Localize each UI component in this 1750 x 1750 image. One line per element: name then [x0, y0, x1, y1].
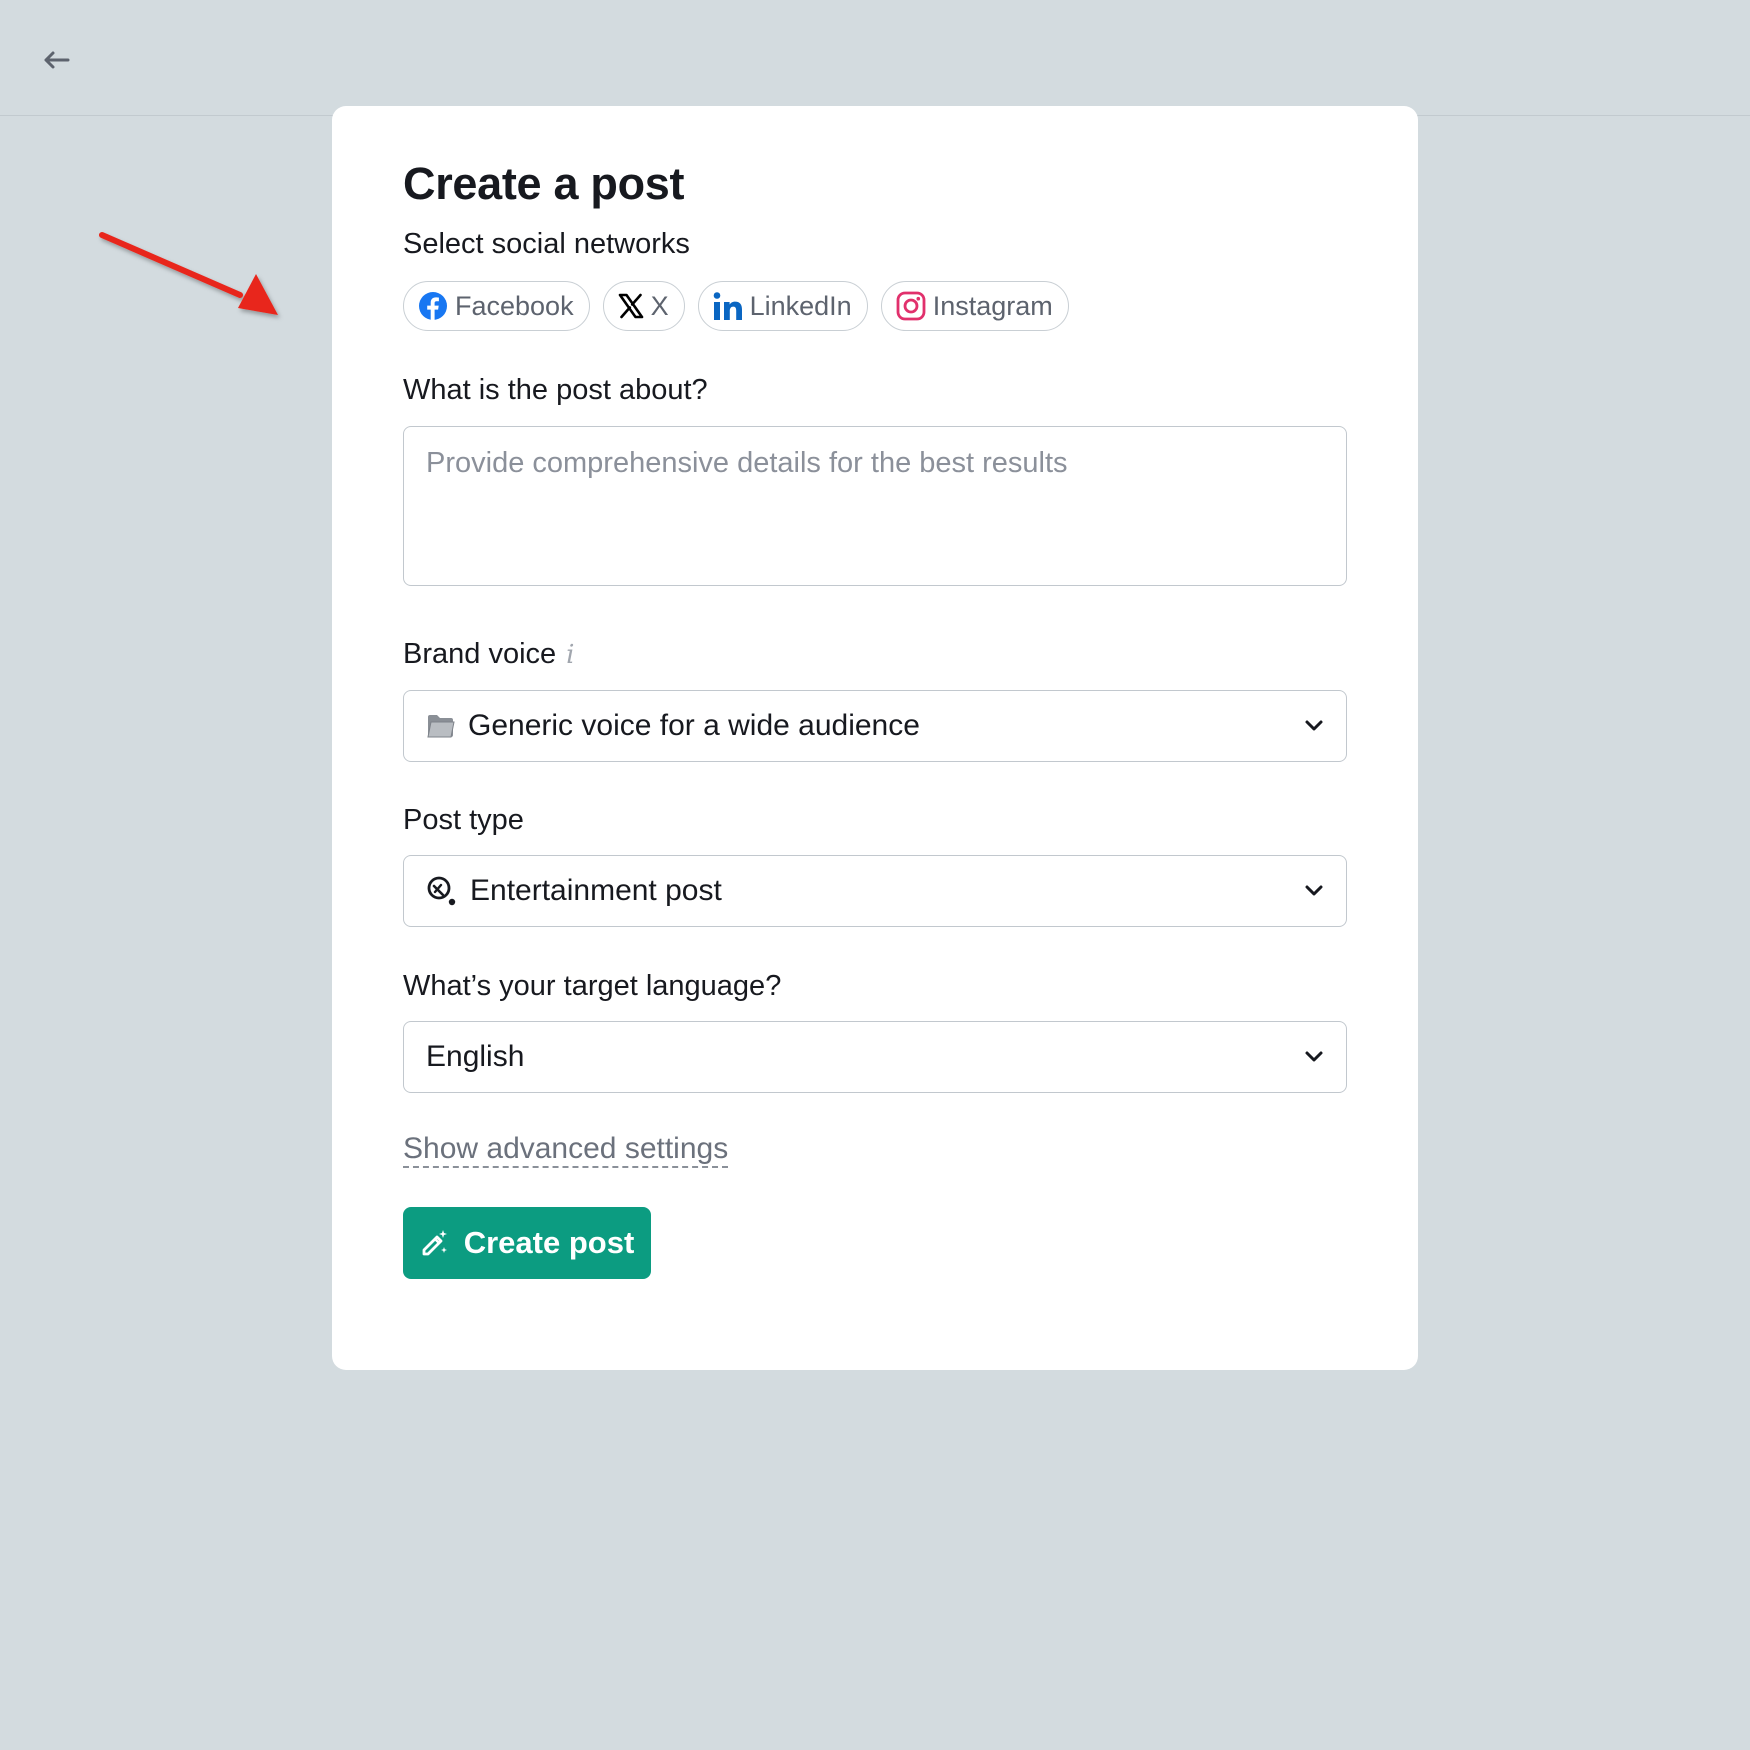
create-post-button[interactable]: Create post [403, 1207, 651, 1279]
create-post-card: Create a post Select social networks Fac… [332, 106, 1418, 1370]
chevron-down-icon [1304, 884, 1324, 898]
show-advanced-settings-link[interactable]: Show advanced settings [403, 1132, 729, 1168]
chevron-down-icon [1304, 1050, 1324, 1064]
about-label: What is the post about? [403, 374, 708, 406]
post-type-label: Post type [403, 804, 524, 836]
language-select[interactable]: English [403, 1021, 1347, 1093]
linkedin-icon [713, 292, 742, 320]
brand-voice-select[interactable]: Generic voice for a wide audience [403, 690, 1347, 762]
chip-label: Facebook [455, 290, 574, 321]
chip-label: LinkedIn [749, 290, 852, 321]
chip-linkedin[interactable]: LinkedIn [697, 281, 868, 331]
create-post-label: Create post [463, 1225, 635, 1260]
post-type-value: Entertainment post [470, 874, 722, 907]
facebook-icon [419, 292, 447, 320]
red-arrow-icon [99, 232, 278, 315]
top-bar [0, 0, 1750, 116]
folder-icon [427, 715, 455, 738]
page-title: Create a post [403, 158, 685, 209]
arrow-left-icon [44, 51, 70, 69]
network-chips: Facebook X LinkedIn Instagram [403, 281, 1069, 331]
back-button[interactable] [36, 40, 76, 80]
info-icon[interactable]: i [566, 640, 574, 670]
chip-x[interactable]: X [602, 281, 685, 331]
entertainment-icon [427, 876, 456, 906]
post-type-select[interactable]: Entertainment post [403, 855, 1347, 927]
chip-instagram[interactable]: Instagram [880, 281, 1069, 331]
instagram-icon [896, 291, 926, 321]
language-value: English [426, 1040, 525, 1073]
brand-voice-label: Brand voice [403, 638, 557, 670]
x-logo-icon [618, 293, 643, 319]
magic-pen-icon [422, 1230, 447, 1256]
brand-voice-value: Generic voice for a wide audience [468, 709, 920, 742]
language-label: What’s your target language? [403, 970, 782, 1002]
chip-label: Instagram [932, 290, 1053, 321]
chevron-down-icon [1304, 719, 1324, 733]
networks-label: Select social networks [403, 228, 690, 260]
brand-voice-label-row: Brand voice i [403, 638, 574, 671]
about-textarea[interactable] [403, 426, 1347, 586]
chip-facebook[interactable]: Facebook [403, 281, 590, 331]
chip-label: X [650, 290, 669, 321]
